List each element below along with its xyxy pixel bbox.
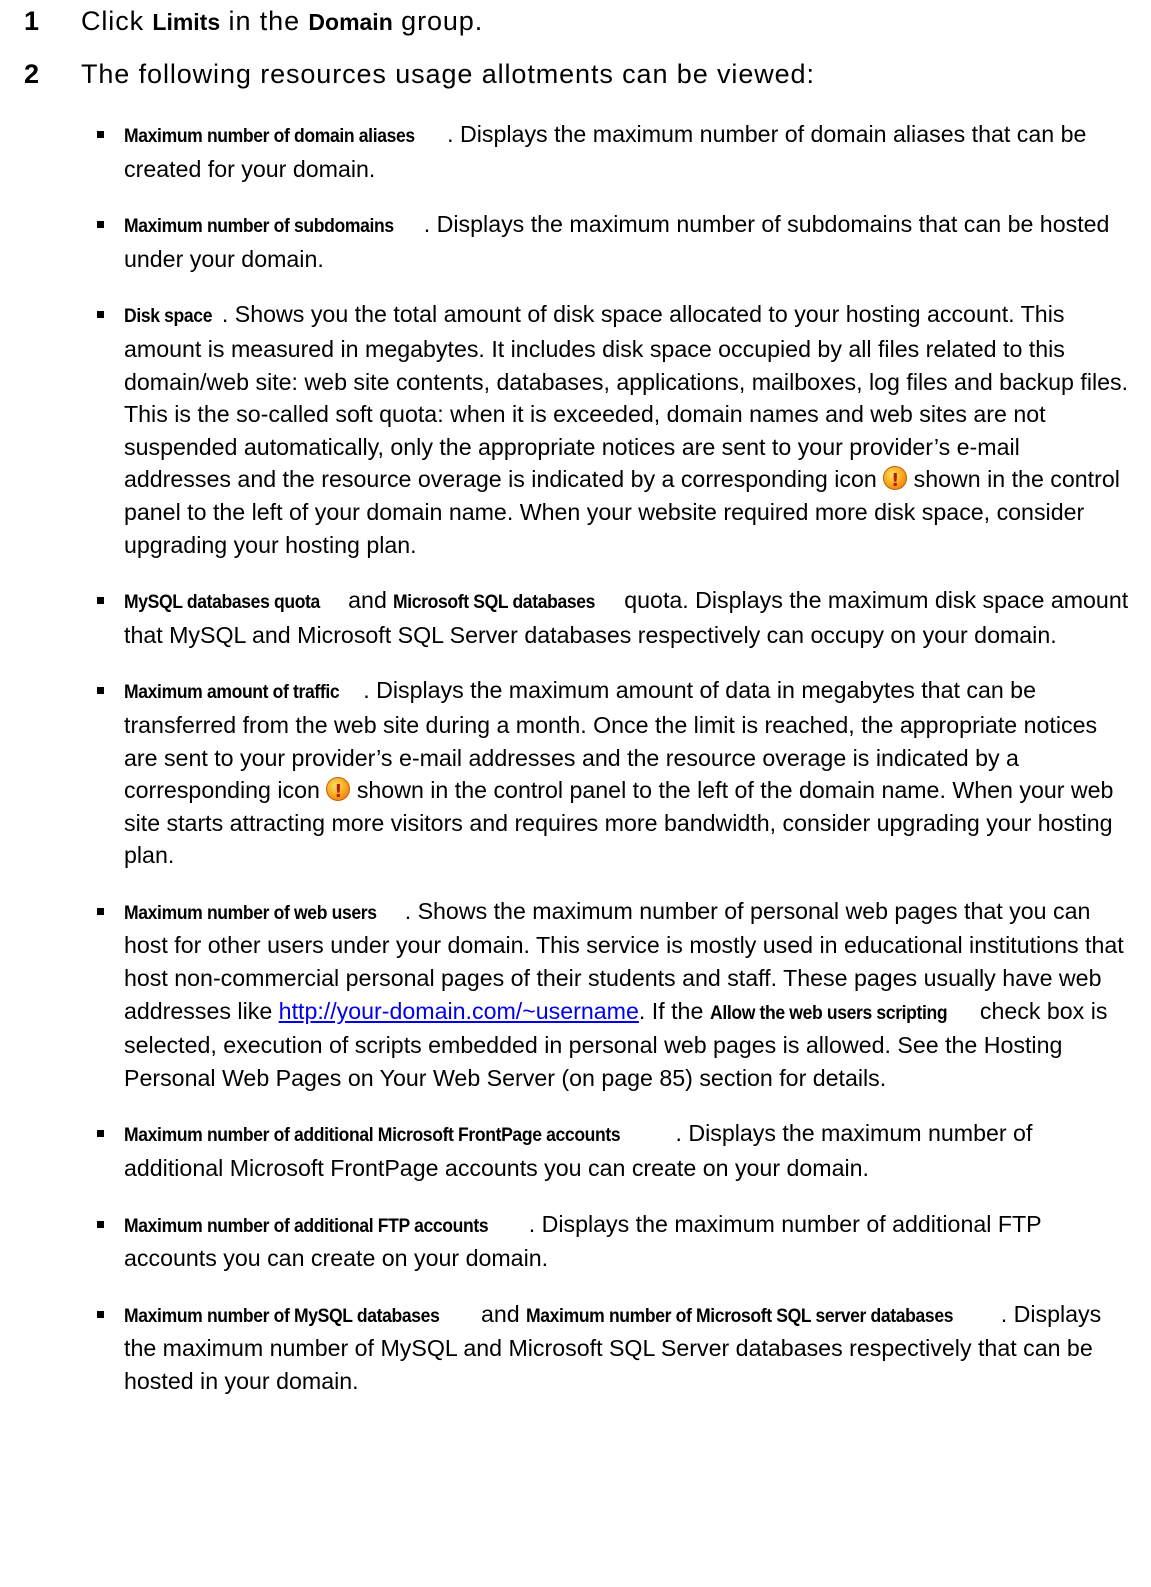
- user-url-link[interactable]: http://your-domain.com/~username: [279, 998, 639, 1024]
- bullet: [97, 907, 104, 915]
- document-page: 1 Click Limits in the Domain group. 2 Th…: [0, 0, 1151, 1587]
- list-item-domain-aliases: Maximum number of domain aliases. Displa…: [0, 118, 1151, 185]
- term: Maximum number of additional FTP account…: [124, 1214, 489, 1237]
- list-item-disk-space: Disk space. Shows you the total amount o…: [0, 298, 1151, 561]
- step-text: Click Limits in the Domain group.: [81, 6, 484, 36]
- list-item-sql-quota: MySQL databases quota and Microsoft SQL …: [0, 584, 1151, 651]
- bullet: [97, 221, 104, 229]
- step-number: 1: [24, 6, 40, 36]
- domain-label: Domain: [308, 9, 393, 35]
- list-item-frontpage: Maximum number of additional Microsoft F…: [0, 1117, 1151, 1184]
- warning-icon: [883, 465, 908, 498]
- bullet: [97, 311, 104, 319]
- term: Allow the web users scripting: [709, 1001, 948, 1024]
- term: Maximum number of subdomains: [124, 215, 394, 238]
- list-item-web-users: Maximum number of web users. Shows the m…: [0, 895, 1151, 1095]
- list-item-subdomains: Maximum number of subdomains. Displays t…: [0, 208, 1151, 275]
- list-item-db-count: Maximum number of MySQL databases and Ma…: [0, 1298, 1151, 1398]
- term: Maximum number of Microsoft SQL server d…: [526, 1304, 954, 1327]
- term: Disk space: [124, 305, 213, 328]
- bullet: [97, 1220, 104, 1228]
- term: MySQL databases quota: [124, 591, 320, 614]
- list-item-traffic: Maximum amount of traffic. Displays the …: [0, 674, 1151, 872]
- allotments-list: Maximum number of domain aliases. Displa…: [0, 118, 1151, 1398]
- bullet: [97, 1130, 104, 1138]
- bullet: [97, 597, 104, 605]
- list-item-ftp: Maximum number of additional FTP account…: [0, 1208, 1151, 1275]
- bullet: [97, 687, 104, 695]
- bullet: [97, 131, 104, 138]
- term: Maximum number of web users: [124, 901, 377, 924]
- step-number: 2: [24, 59, 40, 89]
- term: Maximum amount of traffic: [124, 681, 340, 704]
- step-text: The following resources usage allotments…: [81, 59, 815, 89]
- term: Microsoft SQL databases: [393, 591, 596, 614]
- term: Maximum number of additional Microsoft F…: [124, 1124, 621, 1147]
- term: Maximum number of MySQL databases: [124, 1304, 440, 1327]
- term: Maximum number of domain aliases: [124, 125, 415, 147]
- warning-icon: [326, 776, 351, 809]
- limits-label: Limits: [152, 9, 221, 35]
- bullet: [97, 1310, 104, 1318]
